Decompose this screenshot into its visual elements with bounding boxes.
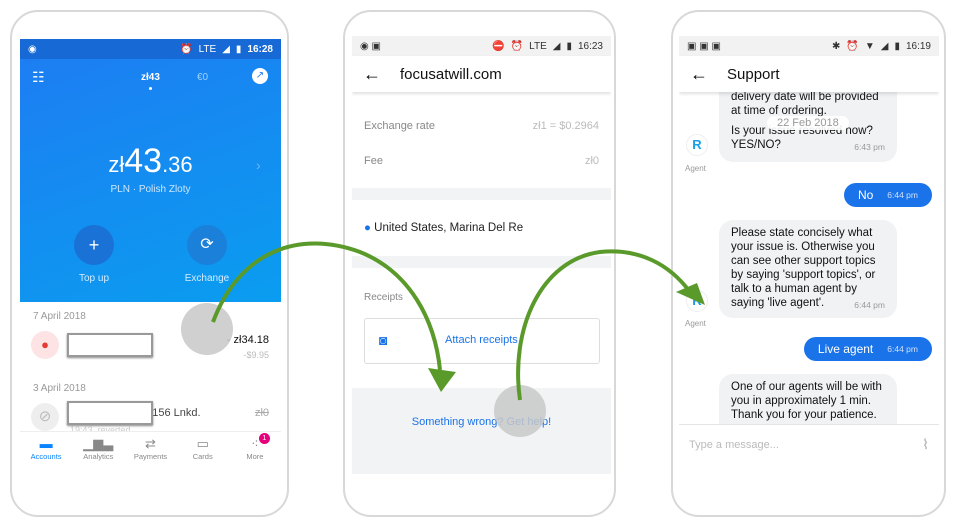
flow-arrow-1-head <box>428 368 456 392</box>
flow-arrow-2-head <box>676 283 705 305</box>
flow-arrow-1 <box>211 241 442 371</box>
back-arrow-icon[interactable]: ← <box>352 64 392 85</box>
app-bar: ← focusatwill.com <box>352 56 611 92</box>
page-title: Support <box>727 65 780 83</box>
flow-arrow-2 <box>516 249 692 401</box>
app-bar: ← Support <box>679 56 939 92</box>
page-title: focusatwill.com <box>400 65 502 83</box>
back-arrow-icon[interactable]: ← <box>679 64 719 85</box>
